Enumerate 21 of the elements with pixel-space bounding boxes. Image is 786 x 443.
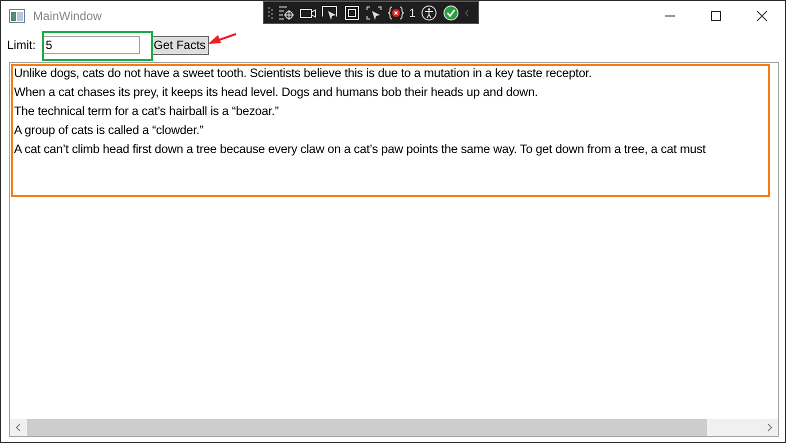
fact-item[interactable]: A cat can’t climb head first down a tree because every claw on a cat’s paw points the same way. To get down from a tree, a cat must xyxy=(10,140,778,159)
window-title: MainWindow xyxy=(33,9,102,23)
select-element-icon[interactable] xyxy=(321,4,339,20)
fact-item[interactable]: A group of cats is called a “clowder.” xyxy=(10,121,778,140)
grip-icon xyxy=(268,6,273,18)
fact-item[interactable]: Unlike dogs, cats do not have a sweet tooth. Scientists believe this is due to a mutation in a key taste receptor. xyxy=(10,64,778,83)
fact-item[interactable]: When a cat chases its prey, it keeps its head level. Dogs and humans bob their heads up and down. xyxy=(10,83,778,102)
live-tree-icon[interactable] xyxy=(277,4,295,20)
square-icon[interactable] xyxy=(343,4,361,20)
display-target-icon[interactable] xyxy=(365,4,383,20)
error-count: 1 xyxy=(409,6,416,20)
horizontal-scrollbar[interactable] xyxy=(10,419,778,436)
accessibility-icon[interactable] xyxy=(420,4,438,20)
fact-item[interactable]: The technical term for a cat’s hairball is a “bezoar.” xyxy=(10,102,778,121)
get-facts-button[interactable]: Get Facts xyxy=(150,36,209,54)
app-icon xyxy=(9,9,25,23)
annotation-arrow xyxy=(207,32,237,46)
check-icon[interactable] xyxy=(442,4,460,20)
limit-label: Limit: xyxy=(7,38,36,52)
binding-error-icon[interactable] xyxy=(387,4,405,20)
limit-field[interactable]: 5 xyxy=(42,36,140,54)
